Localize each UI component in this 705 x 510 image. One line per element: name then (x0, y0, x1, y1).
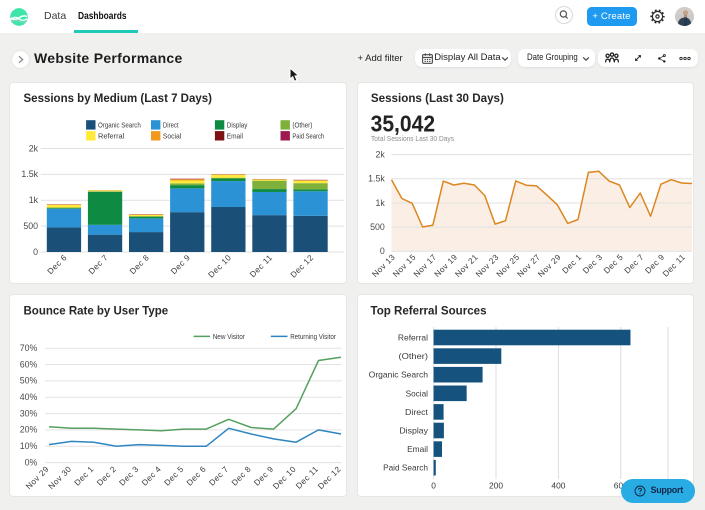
svg-text:0: 0 (380, 246, 385, 256)
svg-text:Direct: Direct (163, 121, 179, 130)
svg-text:400: 400 (551, 481, 565, 491)
svg-text:Paid Search: Paid Search (383, 463, 428, 473)
svg-text:Dec 2: Dec 2 (95, 465, 118, 488)
svg-text:Dec 11: Dec 11 (661, 252, 687, 278)
svg-text:500: 500 (370, 222, 385, 232)
svg-text:New Visitor: New Visitor (213, 332, 246, 341)
svg-text:Dec 7: Dec 7 (623, 252, 646, 275)
svg-text:Dec 8: Dec 8 (230, 465, 253, 488)
svg-text:35,042: 35,042 (371, 111, 436, 137)
svg-text:Dec 5: Dec 5 (163, 465, 186, 488)
svg-text:20%: 20% (20, 425, 38, 435)
svg-text:0: 0 (431, 481, 436, 491)
svg-text:Dec 7: Dec 7 (207, 465, 230, 488)
svg-text:1.5k: 1.5k (21, 169, 38, 179)
svg-text:Dec 12: Dec 12 (289, 253, 316, 280)
svg-text:Dec 11: Dec 11 (294, 465, 320, 491)
svg-text:Dec 1: Dec 1 (561, 252, 584, 275)
svg-text:Bounce Rate by User Type: Bounce Rate by User Type (24, 304, 169, 318)
svg-text:Dec 1: Dec 1 (73, 465, 96, 488)
svg-text:Top Referral Sources: Top Referral Sources (371, 304, 487, 318)
svg-text:Referral: Referral (398, 333, 428, 343)
svg-text:Direct: Direct (405, 407, 429, 417)
svg-text:Dec 10: Dec 10 (207, 253, 234, 280)
svg-text:Nov 29: Nov 29 (24, 465, 51, 492)
svg-text:1k: 1k (376, 198, 386, 208)
svg-text:Total Sessions Last 30 Days: Total Sessions Last 30 Days (371, 134, 454, 143)
svg-text:Sessions by Medium (Last 7 Day: Sessions by Medium (Last 7 Days) (24, 91, 213, 105)
svg-text:Display: Display (227, 121, 248, 130)
svg-text:Social: Social (406, 388, 429, 398)
svg-text:10%: 10% (20, 441, 38, 451)
svg-text:40%: 40% (20, 392, 38, 402)
svg-text:Dec 4: Dec 4 (140, 465, 163, 488)
svg-text:60%: 60% (20, 359, 38, 369)
svg-text:Organic Search: Organic Search (369, 370, 429, 380)
svg-text:2k: 2k (29, 143, 39, 153)
svg-text:Referral: Referral (98, 131, 125, 140)
svg-text:Paid Search: Paid Search (292, 131, 324, 140)
svg-text:Sessions (Last 30 Days): Sessions (Last 30 Days) (371, 91, 504, 105)
svg-text:2k: 2k (376, 149, 386, 159)
svg-text:Dec 11: Dec 11 (248, 253, 274, 279)
svg-text:(Other): (Other) (399, 351, 429, 361)
svg-text:Dec 6: Dec 6 (185, 465, 208, 488)
svg-text:Dec 10: Dec 10 (271, 465, 298, 492)
svg-text:1.5k: 1.5k (368, 174, 385, 184)
svg-text:Returning Visitor: Returning Visitor (290, 332, 336, 341)
svg-text:Dec 12: Dec 12 (316, 465, 343, 492)
svg-text:(Other): (Other) (292, 121, 312, 130)
svg-text:70%: 70% (20, 343, 38, 353)
svg-text:0%: 0% (25, 457, 38, 467)
svg-text:Dec 9: Dec 9 (169, 253, 192, 276)
svg-text:50%: 50% (20, 376, 38, 386)
svg-text:Dec 3: Dec 3 (581, 252, 604, 275)
svg-text:500: 500 (23, 221, 38, 231)
svg-text:Nov 29: Nov 29 (536, 252, 563, 279)
svg-text:1k: 1k (29, 195, 39, 205)
svg-text:Social: Social (163, 131, 182, 140)
svg-text:Nov 30: Nov 30 (47, 465, 74, 492)
svg-text:Dec 5: Dec 5 (602, 252, 625, 275)
svg-text:Dec 6: Dec 6 (46, 253, 69, 276)
svg-text:Email: Email (407, 444, 428, 454)
svg-text:Organic Search: Organic Search (98, 121, 141, 130)
svg-text:Dec 8: Dec 8 (128, 253, 151, 276)
svg-text:Dec 3: Dec 3 (118, 465, 141, 488)
svg-text:Email: Email (227, 131, 244, 140)
svg-text:30%: 30% (20, 408, 38, 418)
svg-text:0: 0 (33, 247, 38, 257)
svg-text:200: 200 (489, 481, 503, 491)
svg-text:Dec 7: Dec 7 (87, 253, 110, 276)
svg-text:Display: Display (399, 426, 428, 436)
